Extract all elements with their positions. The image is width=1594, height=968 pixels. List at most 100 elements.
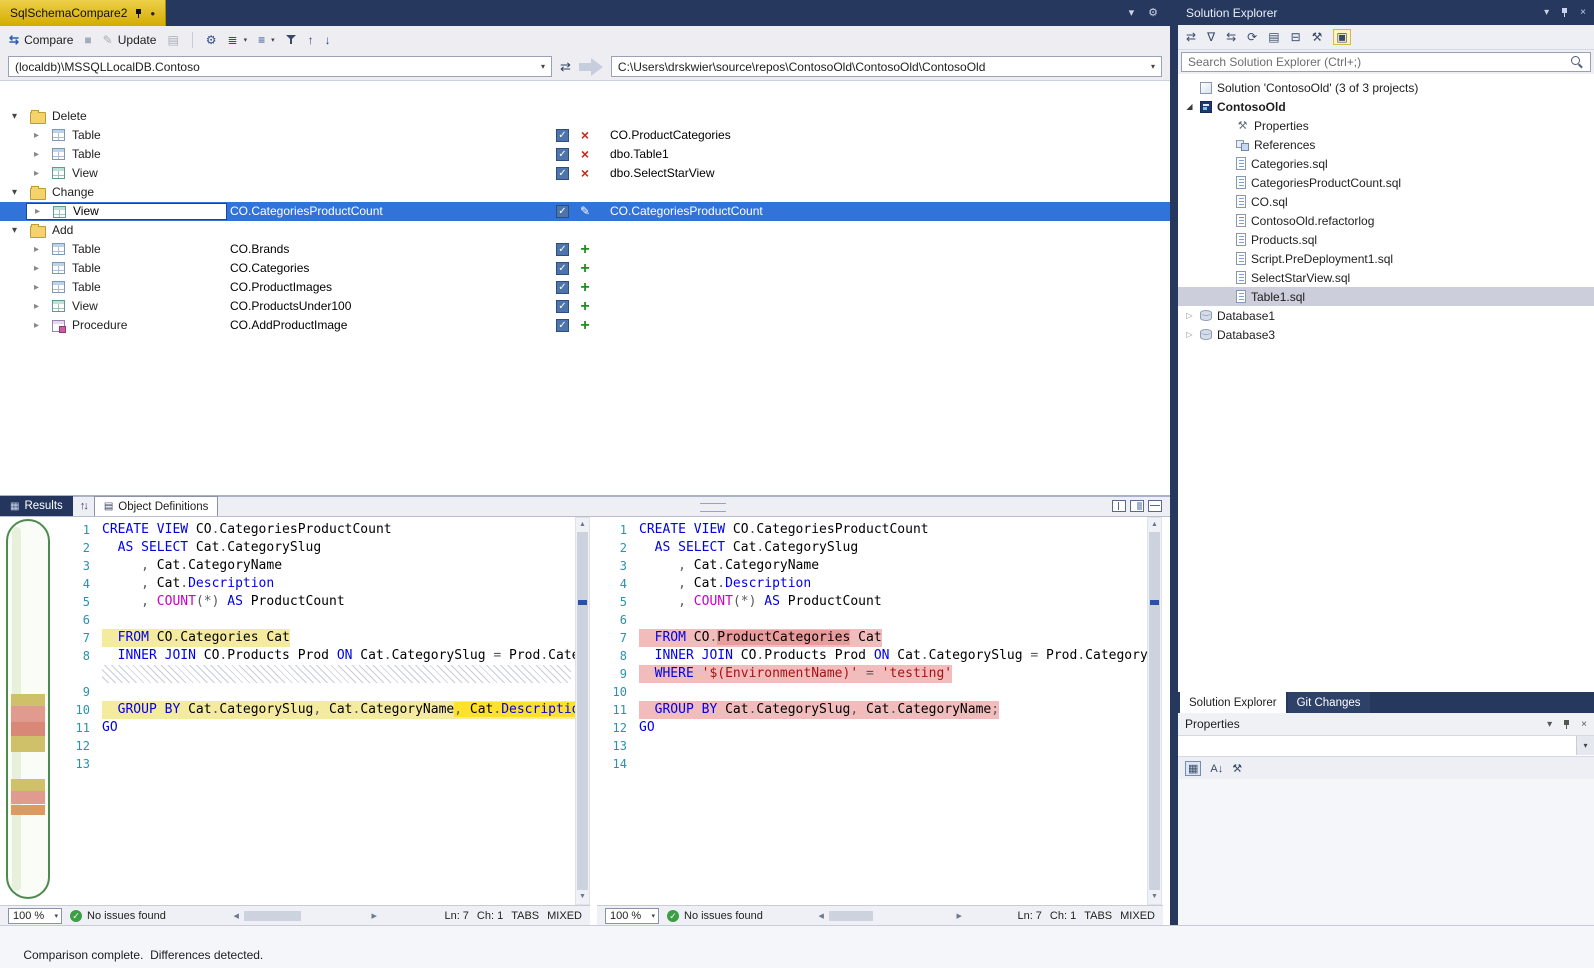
chevron-right-icon[interactable]: ▸ bbox=[34, 145, 39, 164]
scroll-up-icon[interactable]: ▲ bbox=[576, 518, 589, 532]
expander-icon[interactable]: ▷ bbox=[1184, 330, 1195, 339]
type-cell[interactable]: ▸View bbox=[26, 203, 227, 220]
chevron-right-icon[interactable]: ▸ bbox=[34, 240, 39, 259]
tree-item[interactable]: ContosoOld.refactorlog bbox=[1178, 211, 1594, 230]
chevron-down-icon[interactable]: ▾ bbox=[1129, 6, 1135, 19]
type-cell[interactable]: ▸View bbox=[0, 164, 230, 183]
scrollbar-thumb[interactable] bbox=[1149, 532, 1160, 890]
refresh-icon[interactable]: ⟳ bbox=[1247, 30, 1257, 44]
type-cell[interactable]: ▸Table bbox=[0, 278, 230, 297]
include-checkbox[interactable]: ✓ bbox=[556, 148, 569, 161]
tree-item[interactable]: References bbox=[1178, 135, 1594, 154]
chevron-down-icon[interactable]: ▾ bbox=[1576, 736, 1594, 755]
search-icon[interactable] bbox=[1571, 56, 1584, 69]
previous-difference-icon[interactable]: ↑ bbox=[308, 33, 314, 47]
left-vertical-scrollbar[interactable]: ▲ ▼ bbox=[575, 517, 590, 905]
chevron-right-icon[interactable]: ▸ bbox=[35, 204, 40, 219]
layout-vertical-split-icon[interactable] bbox=[1112, 500, 1126, 512]
filter-icon[interactable]: ∇ bbox=[1207, 30, 1215, 44]
compare-row[interactable]: ▸TableCO.Brands✓+ bbox=[0, 240, 1170, 259]
chevron-right-icon[interactable]: ▸ bbox=[34, 278, 39, 297]
close-icon[interactable]: × bbox=[1581, 719, 1587, 730]
chevron-right-icon[interactable]: ▸ bbox=[34, 126, 39, 145]
filter-list-button[interactable]: ≡ ▾ bbox=[258, 33, 275, 47]
tree-item[interactable]: Solution 'ContosoOld' (3 of 3 projects) bbox=[1178, 78, 1594, 97]
tree-item[interactable]: ▷Database1 bbox=[1178, 306, 1594, 325]
options-gear-icon[interactable]: ⚙ bbox=[206, 33, 217, 47]
nest-files-icon[interactable]: ▤ bbox=[1268, 30, 1279, 44]
splitter-grip[interactable] bbox=[700, 503, 726, 512]
funnel-icon[interactable] bbox=[286, 34, 297, 45]
type-cell[interactable]: ▸Procedure bbox=[0, 316, 230, 335]
type-cell[interactable]: ▸Table bbox=[0, 259, 230, 278]
chevron-right-icon[interactable]: ▸ bbox=[34, 297, 39, 316]
source-combobox[interactable]: (localdb)\MSSQLLocalDB.Contoso ▾ bbox=[8, 56, 552, 77]
document-options-gear-icon[interactable]: ⚙ bbox=[1148, 6, 1158, 19]
right-vertical-scrollbar[interactable]: ▲ ▼ bbox=[1147, 517, 1162, 905]
chevron-right-icon[interactable]: ▸ bbox=[34, 164, 39, 183]
tree-item[interactable]: CategoriesProductCount.sql bbox=[1178, 173, 1594, 192]
horizontal-scrollbar[interactable]: ◀ ▶ bbox=[815, 909, 965, 923]
pin-icon[interactable] bbox=[1560, 7, 1569, 18]
scroll-right-icon[interactable]: ▶ bbox=[368, 912, 380, 920]
type-cell[interactable]: ▸Table bbox=[0, 145, 230, 164]
compare-row[interactable]: ▸ViewCO.CategoriesProductCount✓✎CO.Categ… bbox=[0, 202, 1170, 221]
tree-item[interactable]: Products.sql bbox=[1178, 230, 1594, 249]
include-checkbox[interactable]: ✓ bbox=[556, 319, 569, 332]
close-icon[interactable]: × bbox=[1580, 7, 1586, 18]
chevron-down-icon[interactable]: ▾ bbox=[1145, 62, 1161, 71]
include-checkbox[interactable]: ✓ bbox=[556, 262, 569, 275]
horizontal-scrollbar[interactable]: ◀ ▶ bbox=[230, 909, 380, 923]
tree-item[interactable]: CO.sql bbox=[1178, 192, 1594, 211]
compare-row[interactable]: ▸ProcedureCO.AddProductImage✓+ bbox=[0, 316, 1170, 335]
scroll-down-icon[interactable]: ▼ bbox=[1148, 890, 1161, 904]
switch-views-icon[interactable]: ⇄ bbox=[1186, 30, 1196, 44]
type-cell[interactable]: ▸Table bbox=[0, 126, 230, 145]
source-code-pane[interactable]: 1CREATE VIEW CO.CategoriesProductCount2 … bbox=[60, 517, 575, 905]
layout-active-pane-icon[interactable] bbox=[1130, 500, 1144, 512]
next-difference-icon[interactable]: ↓ bbox=[325, 33, 331, 47]
target-code-pane[interactable]: 1CREATE VIEW CO.CategoriesProductCount2 … bbox=[597, 517, 1147, 905]
compare-button[interactable]: ⇆ Compare bbox=[9, 33, 73, 47]
categorized-icon[interactable]: ▦ bbox=[1185, 761, 1201, 776]
scrollbar-thumb[interactable] bbox=[829, 911, 873, 921]
document-tab[interactable]: SqlSchemaCompare2 ● bbox=[0, 0, 166, 26]
tree-item[interactable]: SelectStarView.sql bbox=[1178, 268, 1594, 287]
panel-header[interactable]: Solution Explorer ▾ × bbox=[1178, 0, 1594, 25]
include-checkbox[interactable]: ✓ bbox=[556, 129, 569, 142]
zoom-combobox[interactable]: 100 % ▾ bbox=[8, 908, 62, 924]
target-combobox[interactable]: C:\Users\drskwier\source\repos\ContosoOl… bbox=[611, 56, 1162, 77]
zoom-combobox[interactable]: 100 % ▾ bbox=[605, 908, 659, 924]
scrollbar-thumb[interactable] bbox=[577, 532, 588, 890]
stop-icon[interactable]: ■ bbox=[84, 33, 91, 47]
scrollbar-track[interactable] bbox=[1148, 532, 1161, 890]
swap-connections-icon[interactable]: ⇄ bbox=[560, 59, 571, 75]
compare-row[interactable]: ▸Table✓×CO.ProductCategories bbox=[0, 126, 1170, 145]
preview-selected-items-icon[interactable]: ▣ bbox=[1333, 29, 1350, 45]
layout-horizontal-split-icon[interactable] bbox=[1148, 500, 1162, 512]
tree-item[interactable]: Table1.sql bbox=[1178, 287, 1594, 306]
compare-group-row[interactable]: ▾Delete bbox=[0, 107, 1170, 126]
scroll-left-icon[interactable]: ◀ bbox=[230, 912, 242, 920]
pin-icon[interactable] bbox=[1562, 719, 1571, 730]
tab-object-definitions[interactable]: ▤ Object Definitions bbox=[94, 496, 219, 516]
collapse-all-icon[interactable]: ⊟ bbox=[1291, 30, 1301, 44]
include-checkbox[interactable]: ✓ bbox=[556, 300, 569, 313]
tree-item[interactable]: ⚒Properties bbox=[1178, 116, 1594, 135]
search-input[interactable] bbox=[1181, 52, 1591, 72]
scroll-down-icon[interactable]: ▼ bbox=[576, 890, 589, 904]
chevron-down-icon[interactable]: ▾ bbox=[535, 62, 551, 71]
expander-icon[interactable]: ◢ bbox=[1184, 102, 1195, 111]
properties-header[interactable]: Properties ▾ × bbox=[1178, 713, 1594, 736]
tree-item[interactable]: ▷Database3 bbox=[1178, 325, 1594, 344]
include-checkbox[interactable]: ✓ bbox=[556, 205, 569, 218]
expander-icon[interactable]: ▷ bbox=[1184, 311, 1195, 320]
scroll-left-icon[interactable]: ◀ bbox=[815, 912, 827, 920]
scrollbar-track[interactable] bbox=[576, 532, 589, 890]
compare-group-row[interactable]: ▾Add bbox=[0, 221, 1170, 240]
properties-wrench-icon[interactable]: ⚒ bbox=[1312, 30, 1323, 44]
update-button[interactable]: ✎ Update bbox=[103, 33, 157, 47]
group-by-button[interactable]: ≣ ▾ bbox=[228, 33, 248, 47]
chevron-right-icon[interactable]: ▸ bbox=[34, 316, 39, 335]
chevron-right-icon[interactable]: ▸ bbox=[34, 259, 39, 278]
